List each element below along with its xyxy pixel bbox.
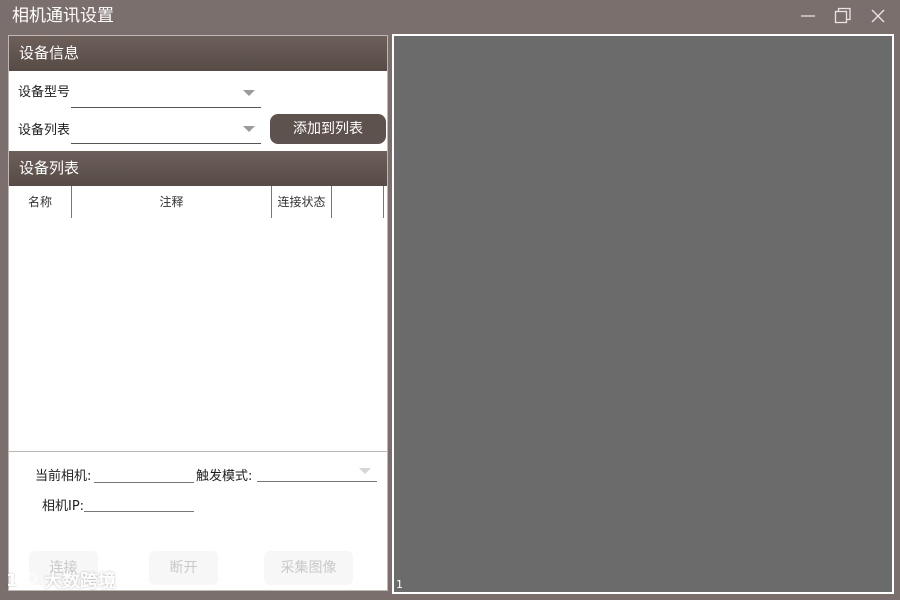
device-list-label: 设备列表 [18,123,71,138]
restore-button[interactable] [829,4,857,28]
camera-ip-field[interactable] [84,492,194,512]
window-title: 相机通讯设置 [12,6,114,26]
table-divider [9,451,387,452]
column-header-extra[interactable] [332,186,384,218]
camera-ip-label: 相机IP: [42,499,85,514]
device-table-header: 名称 注释 连接状态 [9,186,387,218]
watermark-logo-icon: 1 [6,571,38,591]
disconnect-button[interactable]: 断开 [149,551,218,585]
add-to-list-button[interactable]: 添加到列表 [270,114,386,144]
column-header-comment[interactable]: 注释 [72,186,272,218]
dropdown-arrow-icon [359,468,371,474]
watermark-text: 大数跨境 [44,571,116,592]
trigger-mode-select[interactable] [257,461,377,482]
restore-icon [834,7,851,24]
device-model-label: 设备型号 [18,85,71,100]
current-camera-field[interactable] [94,463,194,483]
trigger-mode-label: 触发模式: [196,469,253,484]
image-display-area[interactable]: 1 [394,36,892,592]
close-button[interactable] [864,4,892,28]
image-viewer: 1 [392,34,894,594]
close-icon [871,9,885,23]
watermark: 1 大数跨境 [6,568,116,592]
device-table-body[interactable] [9,218,387,451]
minimize-icon [801,15,815,17]
device-list-select[interactable] [71,114,261,144]
capture-image-button[interactable]: 采集图像 [264,551,353,585]
dropdown-arrow-icon [243,126,255,132]
column-header-name[interactable]: 名称 [9,186,72,218]
dropdown-arrow-icon [243,90,255,96]
device-info-header: 设备信息 [9,36,387,71]
device-model-select[interactable] [71,78,261,108]
minimize-button[interactable] [794,4,822,28]
camera-settings-window: 相机通讯设置 设备信息 设备型号 设备列表 添加到列表 设备列表 名称 注释 连… [0,0,900,600]
device-list-header: 设备列表 [9,151,387,186]
column-header-connection-status[interactable]: 连接状态 [272,186,332,218]
settings-panel: 设备信息 设备型号 设备列表 添加到列表 设备列表 名称 注释 连接状态 当前相… [8,35,388,591]
title-bar[interactable]: 相机通讯设置 [0,0,900,32]
viewer-index-label: 1 [396,578,403,591]
current-camera-label: 当前相机: [35,469,92,484]
